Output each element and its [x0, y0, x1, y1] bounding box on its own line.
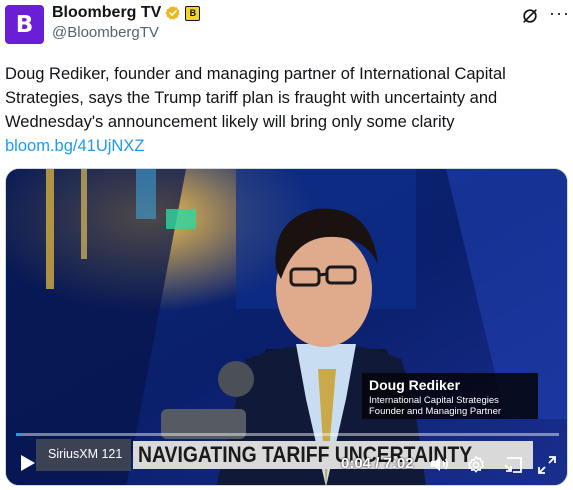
lower-third-line2: Founder and Managing Partner	[369, 406, 502, 417]
fullscreen-icon[interactable]	[538, 456, 556, 474]
affiliate-badge-letter: B	[189, 8, 197, 18]
affiliate-badge-icon: B	[185, 5, 201, 21]
play-icon[interactable]	[20, 454, 36, 472]
avatar[interactable]: B	[5, 5, 44, 44]
author-handle[interactable]: @BloombergTV	[52, 24, 159, 41]
tweet-post: B Bloomberg TV B @BloombergTV ··· Doug R…	[0, 0, 573, 490]
channel-label: SiriusXM 121	[48, 447, 123, 461]
lower-third-name: Doug Rediker	[369, 377, 461, 393]
pip-icon[interactable]	[503, 456, 523, 474]
time-display: 0:04 / 7:02	[341, 455, 414, 472]
post-link[interactable]: bloom.bg/41UjNXZ	[5, 134, 144, 158]
volume-icon[interactable]	[430, 455, 450, 473]
lower-third: Doug Rediker International Capital Strat…	[362, 373, 538, 419]
progress-bar[interactable]	[16, 433, 559, 436]
more-icon[interactable]: ···	[549, 3, 570, 24]
avatar-letter: B	[15, 11, 34, 38]
lower-third-line1: International Capital Strategies	[369, 395, 499, 406]
grok-icon[interactable]	[520, 6, 540, 26]
verified-badge-icon	[165, 6, 181, 20]
gear-icon[interactable]	[466, 455, 486, 475]
author-name-row: Bloomberg TV B	[52, 3, 201, 23]
progress-fill	[16, 433, 22, 436]
headline-text: NAVIGATING TARIFF UNCERTAINTY	[138, 442, 473, 467]
video-player[interactable]: Doug Rediker International Capital Strat…	[5, 168, 568, 486]
display-name[interactable]: Bloomberg TV	[52, 4, 161, 22]
post-text: Doug Rediker, founder and managing partn…	[5, 65, 506, 131]
channel-box: SiriusXM 121	[36, 439, 131, 471]
